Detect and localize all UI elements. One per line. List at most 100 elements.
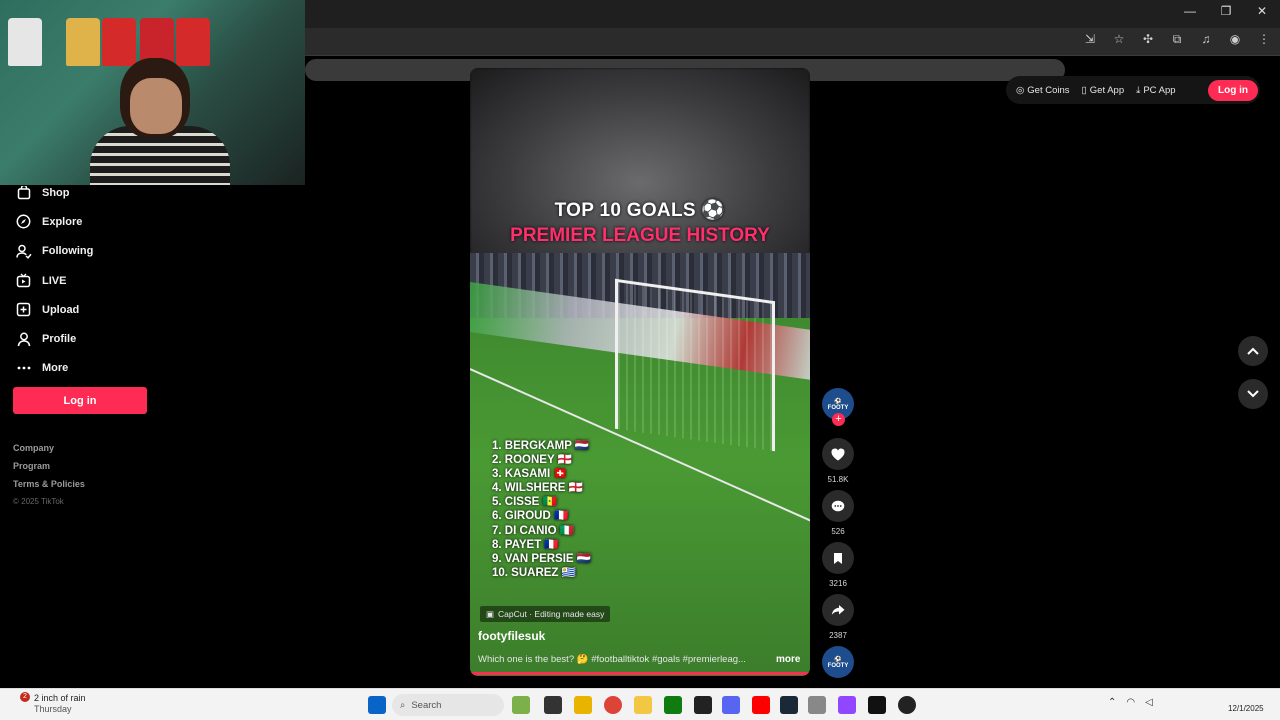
save-button[interactable]	[822, 542, 854, 574]
discord-icon[interactable]	[722, 696, 740, 714]
sidebar-item-label: Upload	[42, 303, 80, 316]
extensions-icon[interactable]: ✣	[1140, 32, 1156, 47]
previous-video-button[interactable]	[1238, 336, 1268, 366]
capcut-badge[interactable]: ▣ CapCut · Editing made easy	[480, 606, 611, 622]
taskbar-app-icon[interactable]	[574, 696, 592, 714]
follow-plus-button[interactable]: +	[832, 413, 845, 426]
chevron-down-icon	[1247, 390, 1259, 398]
tab-search-icon[interactable]: ⧉	[1169, 32, 1185, 47]
taskbar-app-icon[interactable]	[664, 696, 682, 714]
minimize-button[interactable]: —	[1182, 4, 1198, 18]
sidebar-item-label: More	[42, 362, 69, 375]
taskbar-app-icon[interactable]	[694, 696, 712, 714]
webcam-overlay	[0, 0, 305, 185]
weather-widget[interactable]: 2 2 inch of rain Thursday	[14, 692, 86, 715]
wifi-icon[interactable]: ◠	[1126, 697, 1135, 708]
youtube-icon[interactable]	[752, 696, 770, 714]
taskbar-app-icon[interactable]	[512, 696, 530, 714]
start-button[interactable]	[368, 696, 386, 714]
next-video-button[interactable]	[1238, 379, 1268, 409]
sidebar-login-button[interactable]: Log in	[13, 387, 147, 414]
shop-icon	[15, 184, 32, 201]
sidebar-item-profile[interactable]: Profile	[0, 324, 160, 353]
bookmark-star-icon[interactable]: ☆	[1111, 32, 1127, 47]
sidebar-item-shop[interactable]: Shop	[0, 178, 160, 207]
upload-icon	[15, 301, 32, 318]
menu-kebab-icon[interactable]: ⋮	[1256, 32, 1272, 47]
install-app-icon[interactable]: ⇲	[1082, 32, 1098, 47]
ranking-item: 5. CISSE 🇸🇳	[492, 496, 557, 509]
phone-icon: ▯	[1081, 84, 1087, 96]
video-author[interactable]: footyfilesuk	[478, 629, 545, 643]
tray-chevron-icon[interactable]: ⌃	[1108, 697, 1116, 708]
goal-ranking-list: 1. BERGKAMP 🇳🇱 2. ROONEY 🏴󠁧󠁢󠁥󠁮󠁧󠁿 3. KASA…	[492, 439, 591, 580]
wall-jersey	[176, 18, 210, 66]
video-title-line1: TOP 10 GOALS ⚽	[554, 200, 726, 221]
sidebar-item-explore[interactable]: Explore	[0, 207, 160, 236]
comment-icon	[831, 500, 845, 511]
wall-jersey	[66, 18, 100, 66]
browser-toolbar-icons: ⇲ ☆ ✣ ⧉ ♫ ◉ ⋮	[1082, 32, 1272, 47]
get-app-link[interactable]: ▯ Get App	[1082, 85, 1125, 96]
file-explorer-icon[interactable]	[634, 696, 652, 714]
capcut-app-icon[interactable]	[868, 696, 886, 714]
caption-more-button[interactable]: more	[776, 654, 800, 665]
like-button[interactable]	[822, 438, 854, 470]
share-icon	[831, 605, 845, 615]
sidebar-item-label: LIVE	[42, 274, 67, 287]
get-coins-label: Get Coins	[1027, 84, 1070, 96]
live-icon	[15, 272, 32, 289]
comment-count: 526	[831, 527, 845, 536]
sidebar-nav: Shop Explore Following LIVE Upload Profi…	[0, 178, 160, 383]
profile-icon[interactable]: ◉	[1227, 32, 1243, 47]
share-count: 2387	[829, 631, 847, 640]
heart-icon	[831, 448, 845, 460]
video-progress-bar[interactable]	[470, 672, 810, 675]
comment-button[interactable]	[822, 490, 854, 522]
get-coins-link[interactable]: ◎ Get Coins	[1016, 85, 1070, 96]
weather-badge: 2	[20, 692, 30, 702]
sidebar-item-following[interactable]: Following	[0, 237, 160, 266]
search-icon: ⌕	[400, 699, 406, 711]
volume-icon[interactable]: ◁	[1145, 697, 1153, 708]
get-app-label: Get App	[1089, 84, 1125, 96]
sidebar-item-more[interactable]: More	[0, 354, 160, 383]
twitch-icon[interactable]	[838, 696, 856, 714]
close-button[interactable]: ✕	[1254, 4, 1270, 18]
restore-button[interactable]: ❐	[1218, 4, 1234, 18]
sidebar-item-label: Profile	[42, 333, 77, 346]
pc-app-link[interactable]: ⤓ PC App	[1136, 85, 1175, 96]
sound-avatar[interactable]: ⚽ FOOTY	[822, 646, 854, 678]
bookmark-icon	[834, 552, 842, 564]
share-button[interactable]	[822, 594, 854, 626]
avatar-text: FOOTY	[827, 662, 849, 669]
ranking-item: 8. PAYET 🇫🇷	[492, 538, 559, 551]
taskbar-app-icon[interactable]	[544, 696, 562, 714]
ranking-item: 9. VAN PERSIE 🇳🇱	[492, 552, 592, 565]
footer-link-company[interactable]: Company	[13, 441, 85, 459]
taskbar-date[interactable]: 12/1/2025	[1228, 704, 1264, 713]
system-tray: ⌃ ◠ ◁	[1108, 697, 1153, 708]
footer-link-program[interactable]: Program	[13, 459, 85, 477]
steam-icon[interactable]	[780, 696, 798, 714]
media-icon[interactable]: ♫	[1198, 32, 1214, 47]
goal-net	[615, 278, 775, 452]
footer-link-terms[interactable]: Terms & Policies	[13, 477, 85, 495]
taskbar-search[interactable]: ⌕ Search	[392, 694, 504, 716]
header-login-button[interactable]: Log in	[1208, 80, 1258, 101]
taskbar-app-icon[interactable]	[808, 696, 826, 714]
chrome-icon[interactable]	[604, 696, 622, 714]
sidebar-item-upload[interactable]: Upload	[0, 295, 160, 324]
avatar-ball-icon: ⚽	[834, 398, 842, 405]
avatar-text: FOOTY	[827, 404, 849, 411]
search-placeholder: Search	[411, 699, 442, 711]
ranking-item: 7. DI CANIO 🇮🇹	[492, 524, 575, 537]
obs-icon[interactable]	[898, 696, 916, 714]
sidebar-item-live[interactable]: LIVE	[0, 266, 160, 295]
save-count: 3216	[829, 579, 847, 588]
capcut-icon: ▣	[486, 608, 495, 619]
ranking-item: 4. WILSHERE 🏴󠁧󠁢󠁥󠁮󠁧󠁿	[492, 482, 583, 495]
coin-icon: ◎	[1016, 84, 1025, 96]
video-player[interactable]: TOP 10 GOALS ⚽ PREMIER LEAGUE HISTORY 1.…	[470, 68, 810, 676]
ranking-item: 2. ROONEY 🏴󠁧󠁢󠁥󠁮󠁧󠁿	[492, 454, 572, 467]
